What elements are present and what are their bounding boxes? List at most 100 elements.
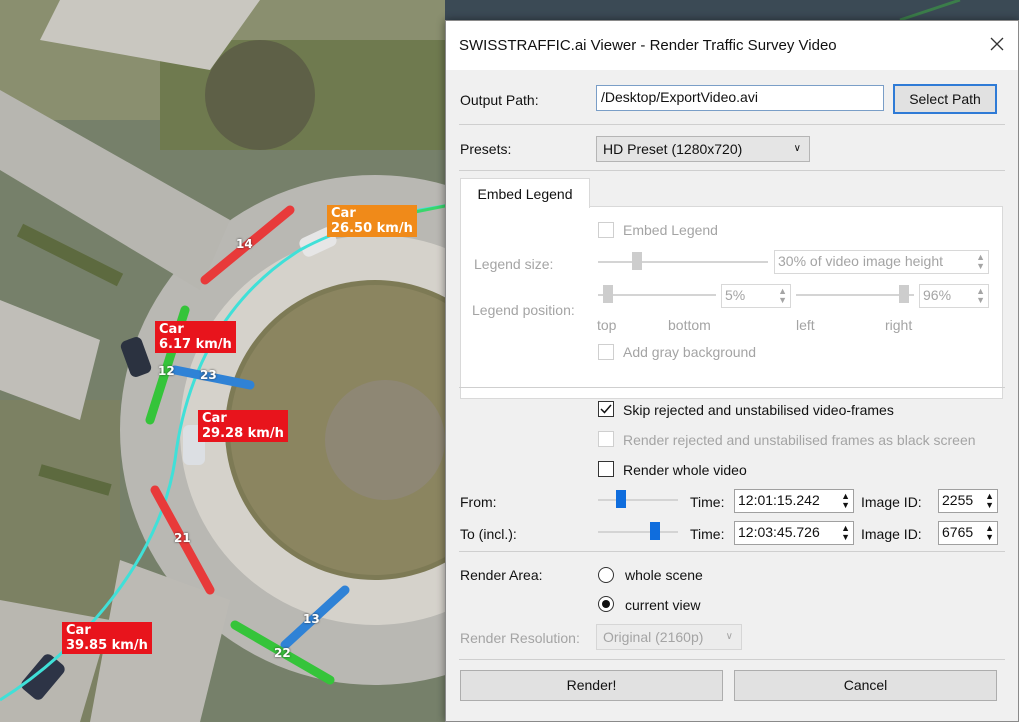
presets-dropdown[interactable]: HD Preset (1280x720) ∨ [596,136,810,162]
divider [459,124,1005,125]
legend-position-label: Legend position: [472,302,575,318]
legend-left-label: left [796,317,815,333]
legend-vertical-spinbox[interactable]: 5% ▲ ▼ [721,284,791,308]
legend-size-slider[interactable] [632,252,642,270]
vehicle-speed-label: Car 29.28 km/h [198,410,288,442]
render-resolution-label: Render Resolution: [460,630,580,646]
vehicle-class: Car [159,322,184,337]
legend-vertical-value: 5% [725,287,746,303]
output-path-input[interactable]: /Desktop/ExportVideo.avi [596,85,884,111]
output-path-label: Output Path: [460,92,539,108]
legend-top-label: top [597,317,617,333]
embed-legend-label: Embed Legend [623,222,718,238]
whole-scene-radio[interactable] [598,567,614,583]
lane-number: 21 [174,531,191,545]
skip-rejected-checkbox[interactable] [598,401,614,417]
lane-number: 13 [303,612,320,626]
from-image-id-label: Image ID: [861,494,922,510]
to-image-id-spinbox[interactable]: 6765 ▲ ▼ [938,521,998,545]
to-slider[interactable] [650,522,660,540]
spin-arrows-icon: ▲ ▼ [985,523,994,542]
spin-arrows-icon: ▲ ▼ [976,286,985,305]
lane-number: 23 [200,368,217,382]
divider [459,551,1005,552]
close-icon[interactable] [986,33,1008,55]
vehicle-speed: 6.17 km/h [159,337,232,352]
from-label: From: [460,494,497,510]
dialog-titlebar: SWISSTRAFFIC.ai Viewer - Render Traffic … [446,21,1018,70]
spin-arrows-icon: ▲ ▼ [841,491,850,510]
spin-arrows-icon: ▲ ▼ [841,523,850,542]
render-button[interactable]: Render! [460,670,723,701]
divider [459,170,1005,171]
from-time-label: Time: [690,494,725,510]
legend-size-label: Legend size: [474,256,554,272]
current-view-label: current view [625,597,701,613]
vehicle-class: Car [202,411,227,426]
to-time-spinbox[interactable]: 12:03:45.726 ▲ ▼ [734,521,854,545]
legend-horizontal-slider[interactable] [899,285,909,303]
whole-scene-label: whole scene [625,567,703,583]
divider [459,387,1005,388]
render-resolution-value: Original (2160p) [603,629,704,645]
divider [459,659,1005,660]
legend-vertical-slider[interactable] [603,285,613,303]
chevron-down-icon: ∨ [793,143,801,154]
cancel-button[interactable]: Cancel [734,670,997,701]
legend-size-value: 30% of video image height [778,253,943,269]
tab-embed-legend[interactable]: Embed Legend [460,178,590,208]
legend-horizontal-spinbox[interactable]: 96% ▲ ▼ [919,284,989,308]
from-slider[interactable] [616,490,626,508]
embed-legend-checkbox[interactable] [598,222,614,238]
lane-number: 22 [274,646,291,660]
from-image-id-spinbox[interactable]: 2255 ▲ ▼ [938,489,998,513]
spin-arrows-icon: ▲ ▼ [778,286,787,305]
to-time-label: Time: [690,526,725,542]
select-path-button[interactable]: Select Path [893,84,997,114]
render-whole-video-checkbox[interactable] [598,461,614,477]
radio-selected-dot [602,600,610,608]
render-video-dialog: SWISSTRAFFIC.ai Viewer - Render Traffic … [445,20,1019,722]
spin-arrows-icon: ▲ ▼ [976,252,985,271]
vehicle-speed: 29.28 km/h [202,426,284,441]
current-view-radio[interactable] [598,596,614,612]
render-area-label: Render Area: [460,567,543,583]
legend-size-slider-track [598,261,768,263]
from-image-id-value: 2255 [942,492,974,508]
render-rejected-checkbox[interactable] [598,431,614,447]
lane-number: 14 [236,237,253,251]
legend-right-label: right [885,317,913,333]
vehicle-speed: 26.50 km/h [331,221,413,236]
spin-arrows-icon: ▲ ▼ [985,491,994,510]
to-image-id-label: Image ID: [861,526,922,542]
legend-size-spinbox[interactable]: 30% of video image height ▲ ▼ [774,250,989,274]
chevron-down-icon: ∨ [725,631,733,642]
presets-label: Presets: [460,141,512,157]
to-image-id-value: 6765 [942,524,974,540]
lane-number: 12 [158,364,175,378]
checkmark-icon [600,404,612,414]
legend-horizontal-slider-track [796,294,914,296]
render-whole-video-label: Render whole video [623,462,747,478]
to-time-value: 12:03:45.726 [738,524,820,540]
vehicle-speed-label: Car 6.17 km/h [155,321,236,353]
dialog-title: SWISSTRAFFIC.ai Viewer - Render Traffic … [459,37,837,54]
vehicle-speed-label: Car 39.85 km/h [62,622,152,654]
legend-bottom-label: bottom [668,317,711,333]
vehicle-class: Car [331,206,356,221]
gray-background-checkbox[interactable] [598,344,614,360]
render-rejected-label: Render rejected and unstabilised frames … [623,432,976,448]
gray-background-label: Add gray background [623,344,757,360]
from-time-value: 12:01:15.242 [738,492,820,508]
vehicle-class: Car [66,623,91,638]
legend-horizontal-value: 96% [923,287,952,303]
render-resolution-dropdown[interactable]: Original (2160p) ∨ [596,624,742,650]
vehicle-speed: 39.85 km/h [66,638,148,653]
to-label: To (incl.): [460,526,517,542]
to-slider-track [598,531,678,533]
presets-value: HD Preset (1280x720) [603,141,743,157]
vehicle-speed-label: Car 26.50 km/h [327,205,417,237]
from-slider-track [598,499,678,501]
from-time-spinbox[interactable]: 12:01:15.242 ▲ ▼ [734,489,854,513]
legend-vertical-slider-track [598,294,716,296]
